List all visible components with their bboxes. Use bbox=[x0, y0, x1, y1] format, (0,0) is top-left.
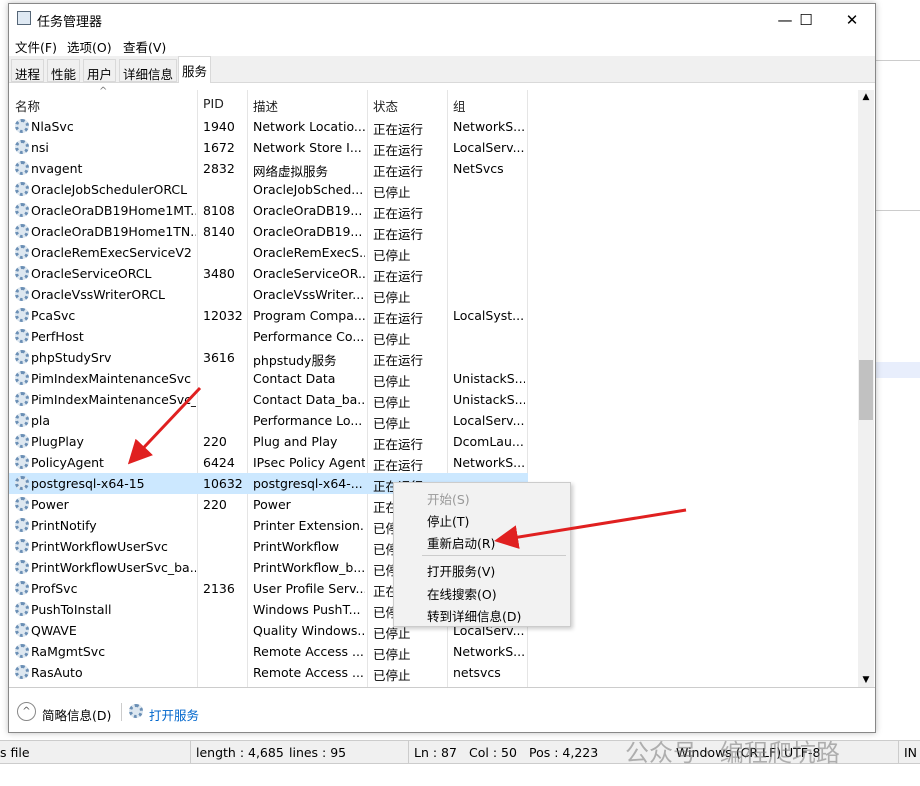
arrow-to-postgresql bbox=[127, 386, 202, 465]
arrow-to-restart bbox=[494, 508, 687, 549]
annotation-arrows bbox=[127, 386, 687, 549]
